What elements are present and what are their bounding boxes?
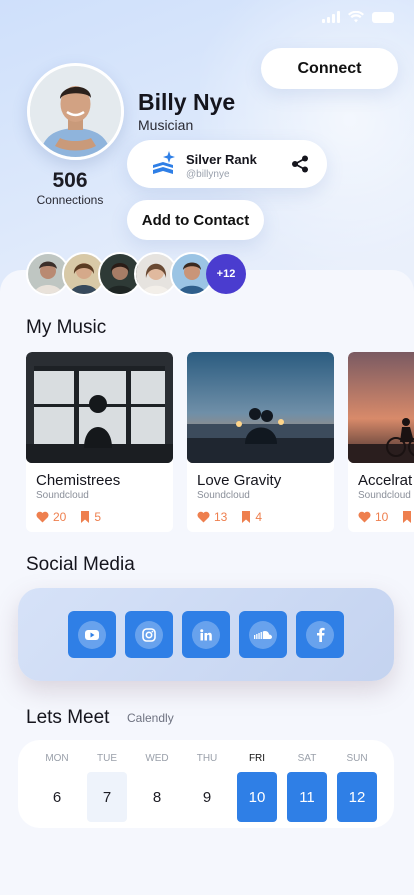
- day-name: WED: [145, 753, 169, 764]
- day-name: FRI: [248, 753, 266, 764]
- bookmark-icon: [403, 511, 412, 523]
- music-stats: 10: [358, 510, 414, 524]
- share-icon[interactable]: [291, 155, 309, 173]
- rank-title: Silver Rank: [186, 152, 257, 167]
- rank-icon: [153, 151, 175, 174]
- linkedin-button[interactable]: [182, 611, 230, 658]
- soundcloud-icon: [254, 630, 272, 639]
- day-name: SUN: [346, 753, 368, 764]
- connections-count: 506: [52, 169, 88, 192]
- day-number: 11: [287, 772, 327, 822]
- facebook-button[interactable]: [296, 611, 344, 658]
- music-title: Accelrat: [358, 472, 413, 489]
- battery-icon: [372, 11, 394, 23]
- wifi-icon: [348, 11, 364, 23]
- profile-role: Musician: [138, 117, 194, 133]
- heart-icon: [36, 511, 49, 523]
- day-name: SAT: [297, 753, 317, 764]
- music-card[interactable]: Chemistrees Soundcloud 20 5: [26, 352, 173, 532]
- music-stats: 13 4: [197, 510, 270, 524]
- connections-label: Connections: [36, 193, 104, 207]
- heart-icon: [358, 511, 371, 523]
- linkedin-icon: [200, 628, 212, 640]
- connect-button[interactable]: Connect: [261, 48, 398, 89]
- music-title: Chemistrees: [36, 472, 121, 489]
- profile-photo: [30, 66, 121, 157]
- music-carousel[interactable]: Chemistrees Soundcloud 20 5 Love Gravity…: [26, 352, 414, 532]
- music-stats: 20 5: [36, 510, 109, 524]
- facebook-icon: [316, 627, 325, 642]
- youtube-button[interactable]: [68, 611, 116, 658]
- day-number: 12: [337, 772, 377, 822]
- social-media-title: Social Media: [26, 554, 135, 575]
- week-calendar: MON 6 TUE 7 WED 8 THU 9 FRI 10 SAT 11 SU…: [18, 740, 394, 828]
- saves-count: 4: [255, 510, 263, 524]
- lets-meet-title: Lets Meet: [26, 707, 110, 728]
- add-to-contact-button[interactable]: Add to Contact: [127, 200, 264, 240]
- rank-card: Silver Rank @billynye: [127, 140, 327, 188]
- music-artwork: [187, 352, 334, 463]
- more-friends-badge[interactable]: +12: [206, 254, 246, 294]
- profile-handle: @billynye: [186, 169, 230, 180]
- profile-name: Billy Nye: [138, 89, 236, 115]
- day-name: TUE: [97, 753, 117, 764]
- music-title: Love Gravity: [197, 472, 282, 489]
- day-number: 6: [52, 788, 62, 806]
- music-source: Soundcloud: [197, 490, 250, 501]
- profile-avatar[interactable]: [27, 63, 124, 160]
- bookmark-icon: [242, 511, 251, 523]
- calendly-label: Calendly: [127, 711, 174, 725]
- saves-count: 5: [94, 510, 102, 524]
- music-source: Soundcloud: [358, 490, 411, 501]
- day-name: THU: [196, 753, 218, 764]
- social-media-panel: [18, 588, 394, 681]
- day-number: 10: [237, 772, 277, 822]
- likes-count: 13: [214, 510, 228, 524]
- signal-icon: [322, 11, 340, 23]
- youtube-icon: [85, 629, 99, 640]
- likes-count: 10: [375, 510, 389, 524]
- music-artwork: [348, 352, 414, 463]
- instagram-button[interactable]: [125, 611, 173, 658]
- heart-icon: [197, 511, 210, 523]
- music-artwork: [26, 352, 173, 463]
- music-card[interactable]: Love Gravity Soundcloud 13 4: [187, 352, 334, 532]
- day-name: MON: [45, 753, 69, 764]
- day-number: 8: [152, 788, 162, 806]
- my-music-title: My Music: [26, 317, 107, 338]
- instagram-icon: [142, 627, 156, 642]
- music-card[interactable]: Accelrat Soundcloud 10: [348, 352, 414, 532]
- day-number: 7: [87, 772, 127, 822]
- soundcloud-button[interactable]: [239, 611, 287, 658]
- status-bar: [322, 8, 394, 26]
- day-number: 9: [202, 788, 212, 806]
- music-source: Soundcloud: [36, 490, 89, 501]
- bookmark-icon: [81, 511, 90, 523]
- likes-count: 20: [53, 510, 67, 524]
